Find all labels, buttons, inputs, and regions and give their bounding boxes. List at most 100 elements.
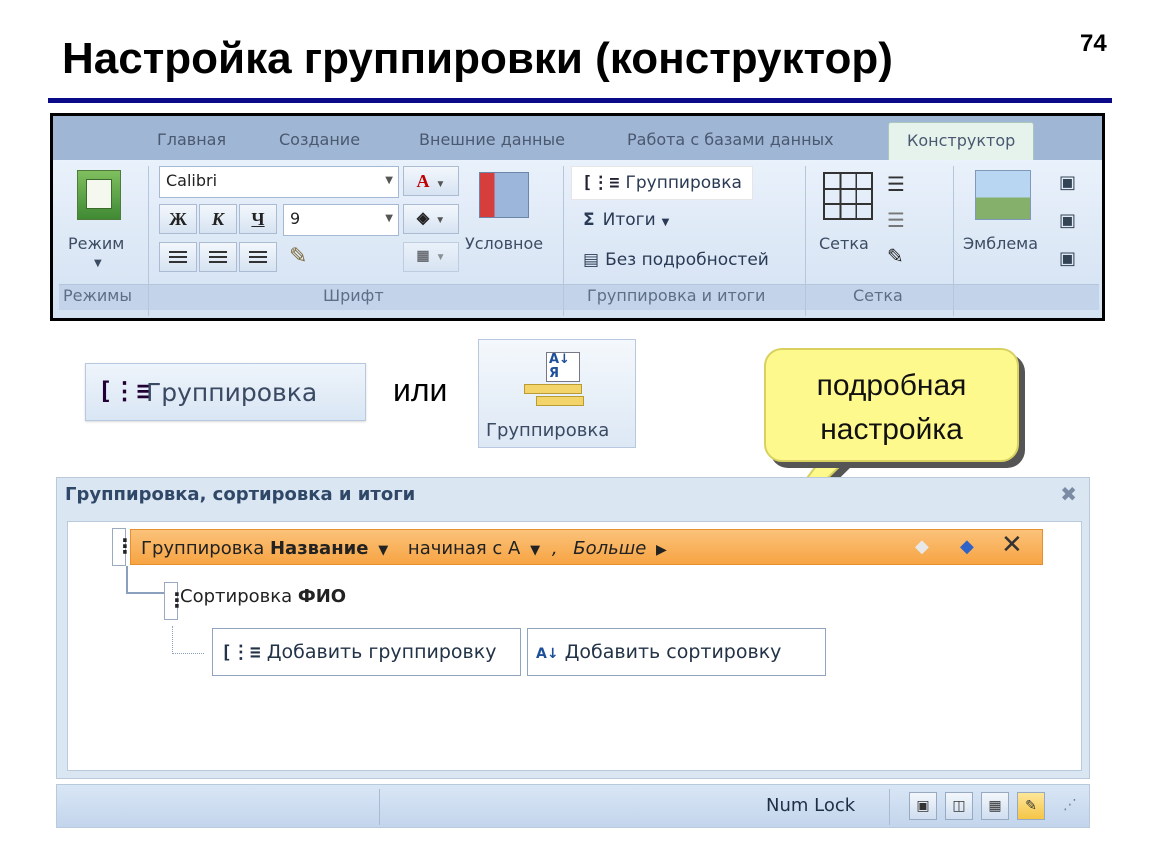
layout-view-icon[interactable]: ▦ [981,792,1009,820]
totals-button[interactable]: Σ Итоги ▼ [583,210,669,230]
grouping-button-tall[interactable]: А↓ Я Группировка [478,339,636,448]
sigma-icon: Σ [583,210,595,230]
expand-arrow-icon[interactable]: ▶ [656,542,667,558]
slide-title: Настройка группировки (конструктор) [62,34,893,83]
add-sort-label: Добавить сортировку [564,641,782,663]
font-size-value: 9 [290,209,301,228]
view-icon [77,170,121,220]
fill-color-button[interactable]: ◈ ▼ [403,204,459,234]
align-center-button[interactable] [199,242,237,272]
conditional-format-icon [479,172,529,218]
group-label-grid: Сетка [853,286,903,305]
tree-connector [172,626,204,654]
font-color-button[interactable]: A ▼ [403,166,459,196]
font-name-value: Calibri [166,171,218,190]
group-label-font: Шрифт [323,286,384,305]
chevron-down-icon[interactable]: ▼ [530,543,540,558]
tab-external-data[interactable]: Внешние данные [419,130,565,149]
tab-database-tools[interactable]: Работа с базами данных [627,130,834,149]
report-view-icon[interactable]: ▣ [909,792,937,820]
sort-row-handle[interactable] [164,582,187,620]
bold-button[interactable]: Ж [159,204,197,234]
group-sort-icon: А↓ Я [524,352,586,408]
grid-color-icon[interactable]: ✎ [887,244,904,268]
group-order[interactable]: начиная с А [408,538,520,559]
grouping-icon: [⋮≡ [582,173,620,193]
tab-design[interactable]: Конструктор [888,122,1035,162]
delete-icon[interactable]: ✕ [1001,530,1023,560]
date-time-icon[interactable]: ▣ [1059,248,1076,269]
grouping-label: Группировка [625,173,742,193]
status-bar: Num Lock ▣ ◫ ▦ ✎ ⋰ [56,784,1090,828]
align-right-button[interactable] [239,242,277,272]
font-name-combo[interactable]: Calibri ▼ [159,166,399,198]
group-level-row[interactable]: Группировка Название ▼ начиная с А ▼ , Б… [130,529,1043,565]
group-separator [148,166,149,316]
sort-level-row[interactable]: Сортировка ФИО [180,586,346,607]
align-left-button[interactable] [159,242,197,272]
move-down-icon[interactable]: ◆ [960,536,974,557]
add-group-button[interactable]: [⋮≡ Добавить группировку [212,628,521,676]
logo-icon [975,170,1031,220]
grouping-icon: [⋮≡ [221,642,261,663]
underline-button[interactable]: Ч [239,204,277,234]
totals-label: Итоги [602,210,656,230]
group-field[interactable]: Название [270,538,368,559]
page-number-icon[interactable]: ▣ [1059,210,1076,231]
grid-button[interactable]: Сетка [819,234,869,253]
italic-button[interactable]: К [199,204,237,234]
tab-home[interactable]: Главная [157,130,226,149]
panel-title: Группировка, сортировка и итоги [65,484,416,505]
hide-details-icon: ▤ [583,250,600,270]
ribbon-tabbar: Главная Создание Внешние данные Работа с… [53,116,1102,162]
view-dropdown-icon[interactable]: ▼ [94,258,102,269]
design-view-icon[interactable]: ✎ [1017,792,1045,820]
sort-field[interactable]: ФИО [298,586,346,607]
logo-button[interactable]: Эмблема [963,234,1038,253]
format-painter-icon[interactable]: ✎ [289,244,307,269]
font-size-combo[interactable]: 9 ▼ [283,204,399,236]
grouping-button-large[interactable]: [⋮≡ Группировка [85,363,366,421]
add-sort-button[interactable]: А↓ Добавить сортировку [527,628,826,676]
view-button[interactable]: Режим [68,234,124,253]
or-text: или [393,372,448,408]
group-prefix: Группировка [141,538,265,559]
group-row-handle[interactable] [112,528,135,566]
resize-grip-icon[interactable]: ⋰ [1063,797,1077,813]
callout: подробная настройка [764,348,1019,462]
slide-number: 74 [1080,30,1107,57]
grouping-icon: [⋮≡ [98,377,151,405]
title-rule [48,98,1112,103]
grouping-button[interactable]: [⋮≡ Группировка [571,166,753,200]
grid-icon [823,172,873,220]
ribbon-body: Режим ▼ Режимы Calibri ▼ A ▼ Ж К Ч 9 ▼ ◈ ▼… [53,160,1102,318]
panel-content: Группировка Название ▼ начиная с А ▼ , Б… [67,521,1082,771]
group-sort-panel: Группировка, сортировка и итоги ✖ Группи… [56,477,1090,779]
group-separator [805,166,806,316]
tree-connector [126,566,166,594]
chevron-down-icon: ▼ [385,213,393,224]
grouping-label: Группировка [146,378,318,407]
grid-line-width-icon[interactable]: ☰ [887,208,905,232]
more-link[interactable]: Больше [573,538,646,559]
add-group-label: Добавить группировку [266,641,497,663]
sort-az-icon: А↓ [536,646,559,662]
chevron-down-icon: ▼ [385,175,393,186]
chevron-down-icon[interactable]: ▼ [378,543,388,558]
group-comma: , [551,538,558,559]
move-up-icon[interactable]: ◆ [915,536,929,557]
hide-details-button[interactable]: ▤ Без подробностей [583,250,769,270]
sort-prefix: Сортировка [180,586,293,607]
print-preview-icon[interactable]: ◫ [945,792,973,820]
hide-details-label: Без подробностей [605,250,769,270]
gridlines-button[interactable]: ▦ ▼ [403,242,459,272]
group-separator [953,166,954,316]
callout-line-2: настройка [820,413,963,446]
close-icon[interactable]: ✖ [1060,482,1077,506]
ribbon: Главная Создание Внешние данные Работа с… [50,113,1105,321]
tab-create[interactable]: Создание [279,130,360,149]
conditional-format-button[interactable]: Условное [465,234,543,253]
title-icon[interactable]: ▣ [1059,172,1076,193]
grid-line-style-icon[interactable]: ☰ [887,172,905,196]
group-label-grouping: Группировка и итоги [587,286,766,305]
